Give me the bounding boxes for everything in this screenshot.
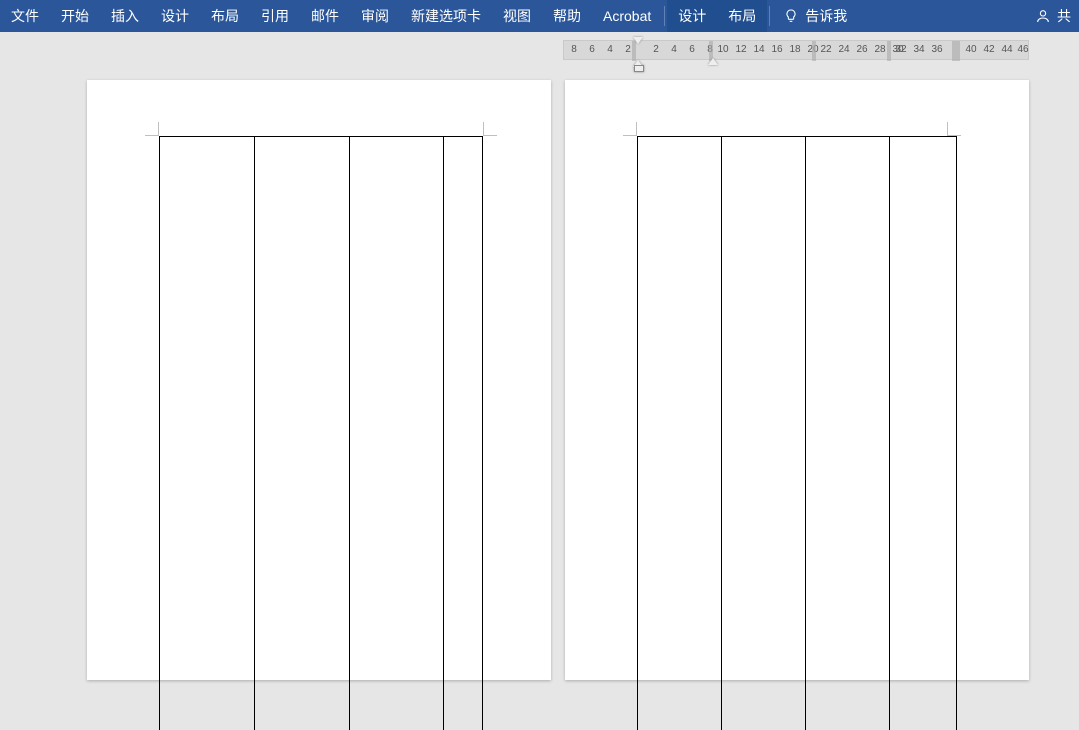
ruler-number: 26: [855, 44, 869, 55]
horizontal-ruler[interactable]: 8 6 4 2 2 4 6 8 10 12 14 16 18 20 22 24 …: [563, 40, 1029, 60]
ruler-cell-mark[interactable]: [812, 41, 816, 61]
table-column[interactable]: [350, 137, 445, 730]
tell-me-search[interactable]: 告诉我: [772, 0, 858, 32]
ruler-number: 4: [667, 44, 681, 55]
document-scroll-area[interactable]: [0, 80, 1079, 623]
ruler-number: 8: [567, 44, 581, 55]
ruler-number: 16: [770, 44, 784, 55]
table-column-narrow[interactable]: [890, 137, 957, 730]
ribbon-tabs-bar: 文件 开始 插入 设计 布局 引用 邮件 审阅 新建选项卡 视图 帮助 Acro…: [0, 0, 1079, 32]
document-page-2[interactable]: [565, 80, 1029, 680]
right-indent-marker[interactable]: [708, 58, 718, 65]
ruler-number: 42: [982, 44, 996, 55]
tab-layout[interactable]: 布局: [200, 0, 250, 32]
ruler-row: 8 6 4 2 2 4 6 8 10 12 14 16 18 20 22 24 …: [0, 40, 1079, 60]
ruler-number: 6: [685, 44, 699, 55]
table-column[interactable]: [806, 137, 890, 730]
tab-table-design[interactable]: 设计: [667, 0, 717, 32]
ruler-number: 18: [788, 44, 802, 55]
table-page-1[interactable]: [159, 136, 483, 730]
ruler-number: 14: [752, 44, 766, 55]
tab-review[interactable]: 审阅: [350, 0, 400, 32]
ruler-margin-mark[interactable]: [632, 41, 636, 61]
ribbon-separator-2: [769, 6, 770, 26]
margin-corner-mark: [947, 122, 961, 136]
margin-corner-mark: [623, 122, 637, 136]
tab-design[interactable]: 设计: [150, 0, 200, 32]
share-label: 共: [1057, 6, 1071, 26]
tab-help[interactable]: 帮助: [542, 0, 592, 32]
tab-mailings[interactable]: 邮件: [300, 0, 350, 32]
tab-home[interactable]: 开始: [50, 0, 100, 32]
tab-table-layout[interactable]: 布局: [717, 0, 767, 32]
tab-references[interactable]: 引用: [250, 0, 300, 32]
ruler-number: 40: [964, 44, 978, 55]
tab-view[interactable]: 视图: [492, 0, 542, 32]
table-column[interactable]: [722, 137, 806, 730]
ruler-number: 12: [734, 44, 748, 55]
table-column[interactable]: [638, 137, 722, 730]
table-page-2[interactable]: [637, 136, 957, 730]
tell-me-label: 告诉我: [805, 0, 847, 32]
ruler-number: 10: [716, 44, 730, 55]
lightbulb-icon: [783, 8, 799, 24]
margin-corner-mark: [145, 122, 159, 136]
ruler-number: 28: [873, 44, 887, 55]
tab-acrobat[interactable]: Acrobat: [592, 0, 662, 32]
table-column-narrow[interactable]: [444, 137, 483, 730]
first-line-indent-marker[interactable]: [633, 37, 643, 44]
ruler-number: 4: [603, 44, 617, 55]
share-button[interactable]: 共: [1027, 6, 1079, 26]
ruler-number: 22: [819, 44, 833, 55]
margin-corner-mark: [483, 122, 497, 136]
table-column[interactable]: [160, 137, 255, 730]
tab-insert[interactable]: 插入: [100, 0, 150, 32]
person-icon: [1035, 8, 1051, 24]
ruler-number: 24: [837, 44, 851, 55]
ruler-number: 44: [1000, 44, 1014, 55]
ruler-number: 2: [649, 44, 663, 55]
ruler-number: 34: [912, 44, 926, 55]
hanging-indent-marker[interactable]: [633, 60, 643, 67]
table-column[interactable]: [255, 137, 350, 730]
ruler-number: 6: [585, 44, 599, 55]
ruler-cell-mark[interactable]: [887, 41, 891, 61]
ruler-number: 46: [1016, 44, 1030, 55]
ruler-number: 36: [930, 44, 944, 55]
document-page-1[interactable]: [87, 80, 551, 680]
ribbon-separator: [664, 6, 665, 26]
ruler-margin-mark[interactable]: [952, 41, 960, 61]
tab-custom-new[interactable]: 新建选项卡: [400, 0, 492, 32]
tab-file[interactable]: 文件: [0, 0, 50, 32]
ruler-number: 32: [894, 44, 908, 55]
